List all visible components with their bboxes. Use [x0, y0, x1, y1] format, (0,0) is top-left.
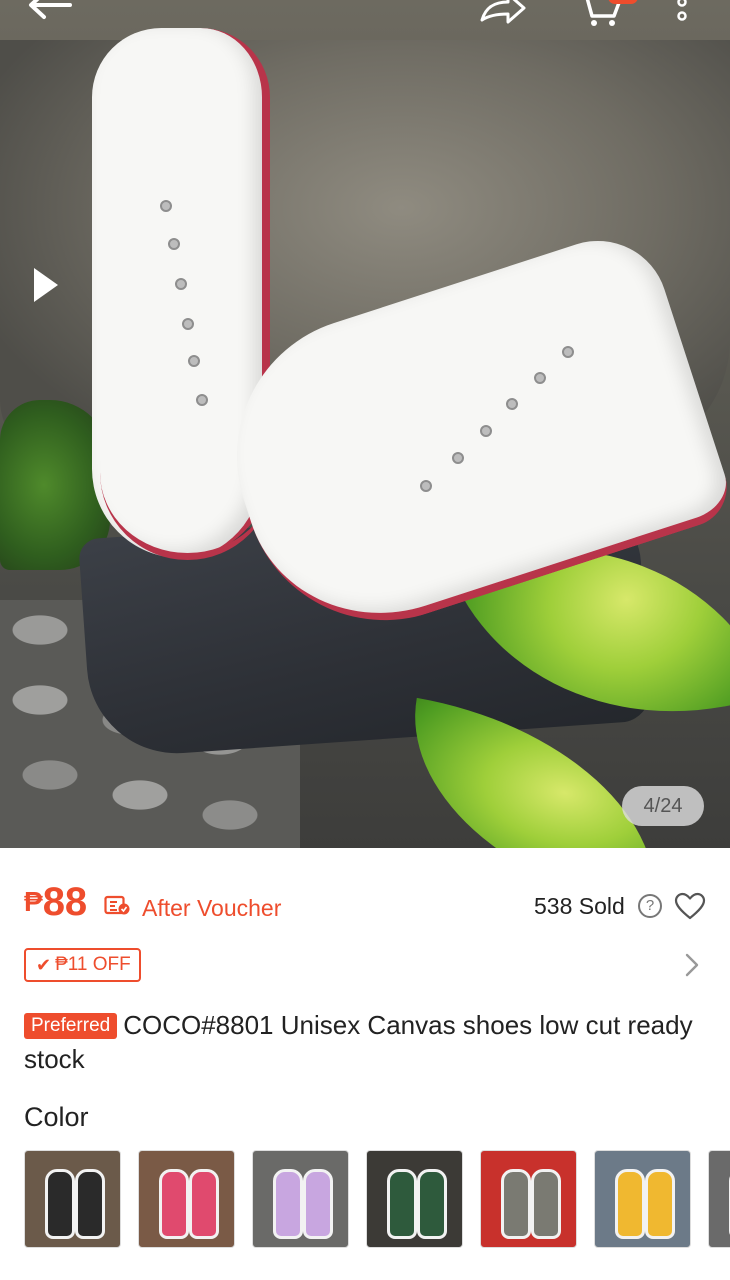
eyelet: [182, 318, 194, 330]
preferred-badge: Preferred: [24, 1013, 118, 1039]
color-swatch-gray[interactable]: [480, 1150, 577, 1248]
eyelet: [452, 452, 464, 464]
eyelet: [480, 425, 492, 437]
eyelet: [188, 355, 200, 367]
swatch-shoe-thumbnail: [303, 1169, 333, 1239]
eyelet: [534, 372, 546, 384]
swatch-shoe-thumbnail: [645, 1169, 675, 1239]
swatch-shoe-thumbnail: [189, 1169, 219, 1239]
swatch-shoe-thumbnail: [45, 1169, 75, 1239]
eyelet: [506, 398, 518, 410]
color-swatch-pink[interactable]: [138, 1150, 235, 1248]
share-icon[interactable]: [478, 0, 528, 24]
back-arrow-icon[interactable]: [26, 0, 74, 20]
discount-voucher-tag[interactable]: ✔ ₱11 OFF: [24, 948, 141, 982]
color-swatch-lavender[interactable]: [252, 1150, 349, 1248]
eyelet: [168, 238, 180, 250]
swatch-shoe-thumbnail: [417, 1169, 447, 1239]
price-row: ₱88 After Voucher 538 Sold ?: [24, 878, 714, 930]
eyelet: [160, 200, 172, 212]
swatch-shoe-thumbnail: [75, 1169, 105, 1239]
heart-icon[interactable]: [674, 892, 706, 920]
currency-symbol: ₱: [24, 886, 43, 917]
chevron-right-icon[interactable]: [684, 952, 700, 978]
help-icon[interactable]: ?: [638, 894, 662, 918]
eyelet: [562, 346, 574, 358]
voucher-icon: [104, 895, 130, 915]
price-value: 88: [42, 880, 88, 924]
eyelet: [196, 394, 208, 406]
swatch-shoe-thumbnail: [531, 1169, 561, 1239]
eyelet: [420, 480, 432, 492]
product-title-text: COCO#8801 Unisex Canvas shoes low cut re…: [24, 1010, 693, 1074]
sold-count: 538 Sold: [534, 893, 625, 919]
swatch-shoe-thumbnail: [273, 1169, 303, 1239]
swatch-shoe-thumbnail: [159, 1169, 189, 1239]
check-icon: ✔: [36, 955, 52, 975]
play-video-icon[interactable]: [34, 268, 58, 302]
swatch-shoe-thumbnail: [387, 1169, 417, 1239]
swatch-shoe-thumbnail: [615, 1169, 645, 1239]
cart-icon[interactable]: [574, 0, 640, 28]
product-title: Preferred COCO#8801 Unisex Canvas shoes l…: [24, 1008, 704, 1076]
product-image-gallery[interactable]: 4/24: [0, 0, 730, 848]
more-options-icon[interactable]: [672, 0, 692, 28]
color-swatch-black[interactable]: [24, 1150, 121, 1248]
color-label: Color: [24, 1102, 89, 1132]
swatch-shoe-thumbnail: [501, 1169, 531, 1239]
color-swatch-green[interactable]: [366, 1150, 463, 1248]
discount-label: ₱11 OFF: [55, 954, 131, 975]
eyelet: [175, 278, 187, 290]
color-swatch-yellow[interactable]: [594, 1150, 691, 1248]
image-counter: 4/24: [622, 786, 704, 826]
color-swatch-partial[interactable]: [708, 1150, 730, 1248]
top-bar: [0, 0, 730, 40]
color-swatch-list: [24, 1150, 730, 1250]
after-voucher-label: After Voucher: [142, 895, 282, 921]
price: ₱88: [24, 878, 87, 926]
